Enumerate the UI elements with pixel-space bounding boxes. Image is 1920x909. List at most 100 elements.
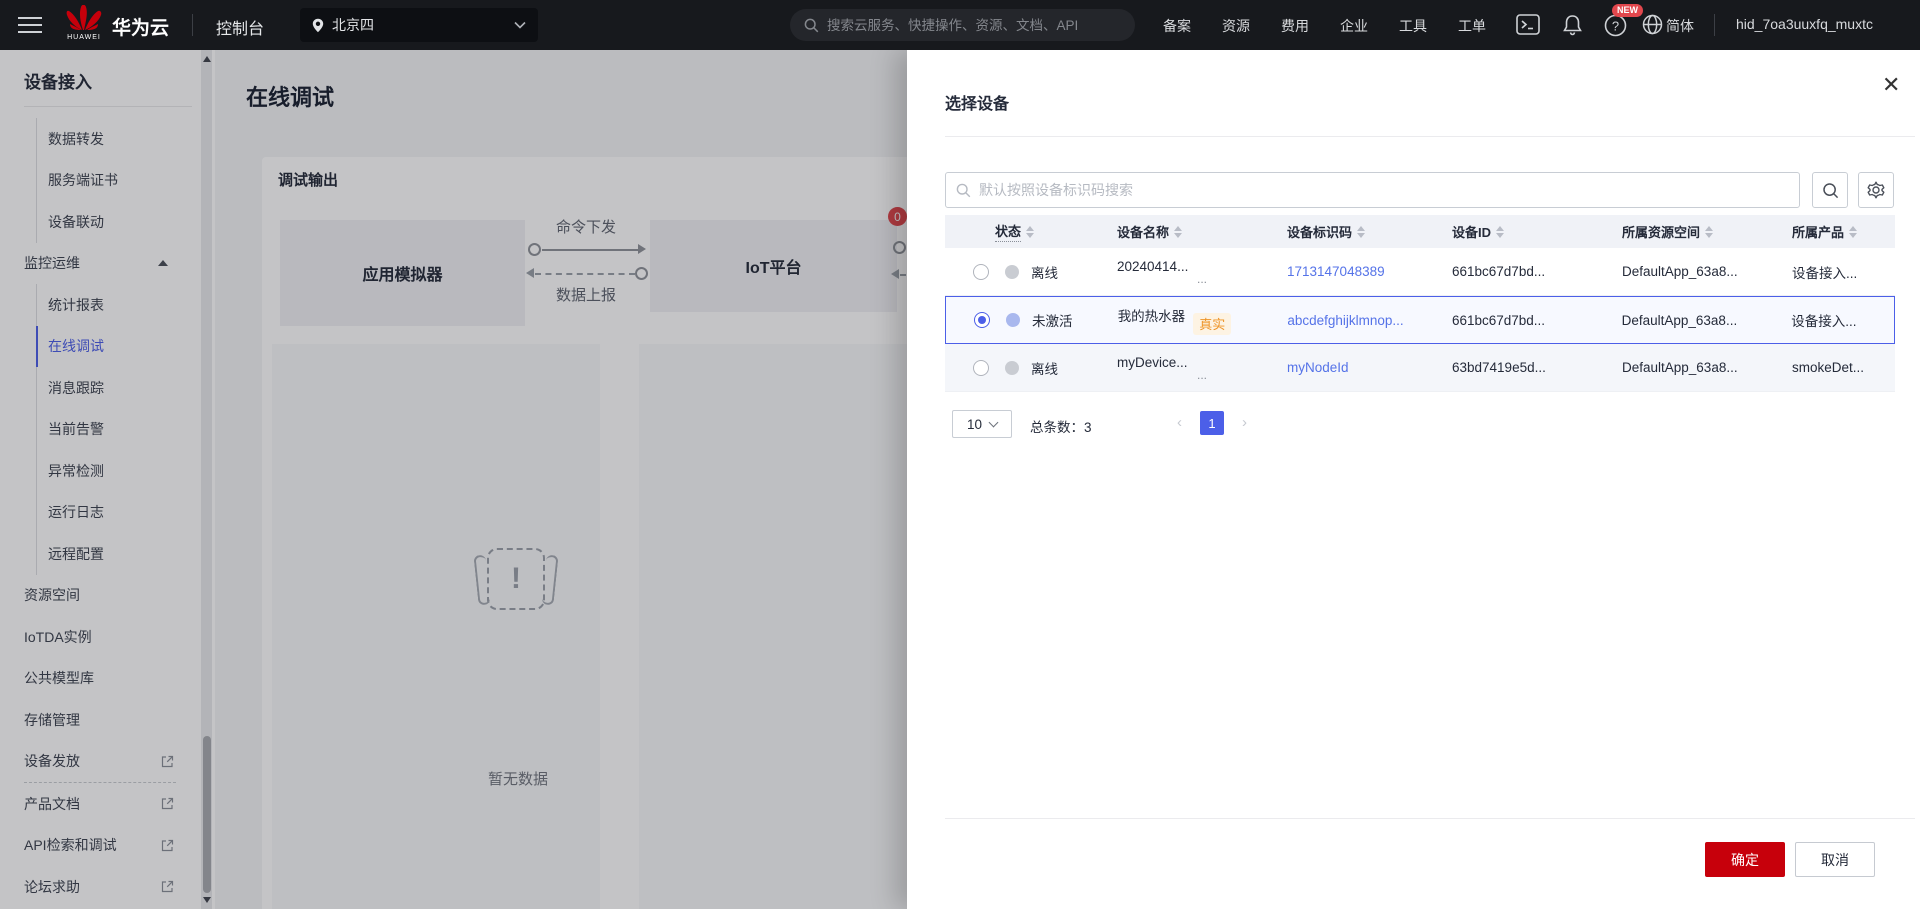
- sort-icon[interactable]: [1705, 225, 1714, 238]
- device-name: myDevice...: [1117, 355, 1188, 370]
- status-text: 离线: [1031, 361, 1058, 377]
- chevron-down-icon: [988, 417, 999, 428]
- table-row[interactable]: 未激活 我的热水器 真实 abcdefghijklmnop... 661bc67d7bd…: [945, 296, 1895, 344]
- device-name-cell: 20240414......: [1105, 259, 1275, 284]
- confirm-button[interactable]: 确定: [1705, 842, 1785, 877]
- huawei-flower-icon: [66, 4, 102, 30]
- total-count: 总条数：3: [1030, 420, 1092, 435]
- huawei-logo-text: HUAWEI: [67, 34, 101, 41]
- language-globe-icon[interactable]: [1642, 14, 1663, 40]
- current-page[interactable]: 1: [1200, 411, 1224, 435]
- real-device-tag: 真实: [1193, 313, 1232, 335]
- resource-space-cell: DefaultApp_63a8...: [1621, 312, 1738, 328]
- column-header-设备ID[interactable]: 设备ID: [1440, 222, 1610, 241]
- product-cell: 设备接入...: [1792, 265, 1858, 281]
- device-name-ellipsis: ...: [1197, 272, 1208, 284]
- topbar-link-企业[interactable]: 企业: [1340, 16, 1368, 36]
- device-code-cell: abcdefghijklmnop...: [1275, 313, 1440, 328]
- global-search[interactable]: [790, 9, 1135, 41]
- product-cell: 设备接入...: [1791, 314, 1857, 329]
- search-icon: [956, 183, 971, 197]
- dialog-title-divider: [945, 136, 1915, 137]
- status-dot: [1005, 264, 1019, 279]
- device-name-cell: 我的热水器 真实: [1106, 305, 1276, 335]
- device-id-cell: 63bd7419e5d...: [1452, 360, 1546, 375]
- column-header-设备标识码[interactable]: 设备标识码: [1275, 222, 1440, 241]
- column-label: 所属产品: [1792, 225, 1845, 240]
- device-name: 我的热水器: [1117, 309, 1186, 324]
- language-label[interactable]: 简体: [1666, 16, 1694, 36]
- sort-icon[interactable]: [1496, 225, 1505, 238]
- help-icon[interactable]: ?: [1604, 14, 1627, 42]
- status-text: 未激活: [1032, 314, 1073, 329]
- console-link[interactable]: 控制台: [216, 15, 264, 39]
- table-row[interactable]: 离线 myDevice...... myNodeId 63bd7419e5d... De…: [945, 344, 1895, 392]
- topbar-divider-2: [1714, 14, 1715, 36]
- page-size-select[interactable]: 10: [952, 410, 1012, 438]
- page-size-value: 10: [966, 416, 983, 432]
- radio-button[interactable]: [974, 312, 990, 328]
- gear-icon: [1867, 181, 1885, 199]
- topbar-link-工单[interactable]: 工单: [1458, 16, 1486, 36]
- topbar-link-工具[interactable]: 工具: [1399, 16, 1427, 36]
- console-terminal-icon[interactable]: [1516, 14, 1540, 40]
- column-label: 状态: [995, 221, 1022, 242]
- device-name-cell: myDevice......: [1105, 355, 1275, 380]
- status-cell: 未激活: [946, 310, 1106, 330]
- search-button[interactable]: [1812, 172, 1848, 208]
- new-badge: NEW: [1612, 4, 1643, 17]
- region-selector[interactable]: 北京四: [300, 8, 538, 42]
- sort-icon[interactable]: [1174, 225, 1183, 238]
- device-code-link[interactable]: myNodeId: [1287, 360, 1349, 375]
- select-device-dialog: ✕ 选择设备 状态设备名称设备标识码设备ID所: [907, 50, 1920, 909]
- column-label: 设备名称: [1117, 225, 1170, 240]
- topbar-link-费用[interactable]: 费用: [1281, 16, 1309, 36]
- table-header: 状态 设备名称 设备标识码 设备ID 所属资源空间 所属产品: [945, 215, 1895, 248]
- sort-icon[interactable]: [1357, 225, 1366, 238]
- account-menu[interactable]: hid_7oa3uuxfq_muxtc: [1736, 16, 1873, 32]
- cancel-button[interactable]: 取消: [1795, 842, 1875, 877]
- column-header-设备名称[interactable]: 设备名称: [1105, 222, 1275, 241]
- search-icon: [1822, 182, 1838, 198]
- chevron-down-icon: [514, 21, 526, 29]
- column-label: 设备ID: [1452, 225, 1492, 240]
- radio-button[interactable]: [973, 359, 989, 376]
- notifications-bell-icon[interactable]: [1562, 14, 1583, 41]
- prev-page-icon[interactable]: ‹: [1177, 414, 1182, 431]
- topbar-links: 备案 资源 费用 企业 工具 工单: [1163, 16, 1486, 36]
- device-search-input[interactable]: [979, 182, 1759, 198]
- column-header-所属产品[interactable]: 所属产品: [1780, 222, 1895, 241]
- svg-text:?: ?: [1612, 19, 1619, 34]
- menu-icon[interactable]: [18, 17, 42, 33]
- sort-icon[interactable]: [1026, 225, 1035, 238]
- device-code-link[interactable]: 1713147048389: [1287, 264, 1385, 279]
- device-search-box[interactable]: [945, 172, 1800, 208]
- settings-button[interactable]: [1858, 172, 1894, 208]
- device-code-cell: 1713147048389: [1275, 264, 1440, 279]
- huawei-logo[interactable]: HUAWEI: [62, 4, 106, 41]
- global-search-input[interactable]: [827, 17, 1107, 33]
- column-header-所属资源空间[interactable]: 所属资源空间: [1610, 222, 1780, 241]
- dialog-title: 选择设备: [945, 96, 1010, 113]
- next-page-icon[interactable]: ›: [1242, 414, 1247, 431]
- status-dot: [1006, 313, 1020, 327]
- topbar-divider: [192, 14, 193, 36]
- table-row[interactable]: 离线 20240414...... 1713147048389 661bc67d7bd…: [945, 248, 1895, 296]
- search-icon: [804, 18, 819, 32]
- close-icon[interactable]: ✕: [1882, 74, 1900, 96]
- brand-name: 华为云: [112, 18, 170, 39]
- radio-button[interactable]: [973, 263, 989, 280]
- status-dot: [1005, 360, 1019, 375]
- device-name-ellipsis: ...: [1197, 368, 1208, 380]
- device-code-link[interactable]: abcdefghijklmnop...: [1287, 313, 1403, 328]
- topbar-link-备案[interactable]: 备案: [1163, 16, 1191, 36]
- table-body: 离线 20240414...... 1713147048389 661bc67d7bd…: [945, 248, 1895, 392]
- topbar-link-资源[interactable]: 资源: [1222, 16, 1250, 36]
- column-header-状态[interactable]: 状态: [945, 221, 1105, 242]
- location-pin-icon: [312, 18, 324, 32]
- sort-icon[interactable]: [1849, 225, 1858, 238]
- resource-space-cell: DefaultApp_63a8...: [1622, 264, 1738, 279]
- column-label: 所属资源空间: [1622, 225, 1701, 240]
- column-label: 设备标识码: [1287, 225, 1353, 240]
- status-cell: 离线: [945, 262, 1105, 282]
